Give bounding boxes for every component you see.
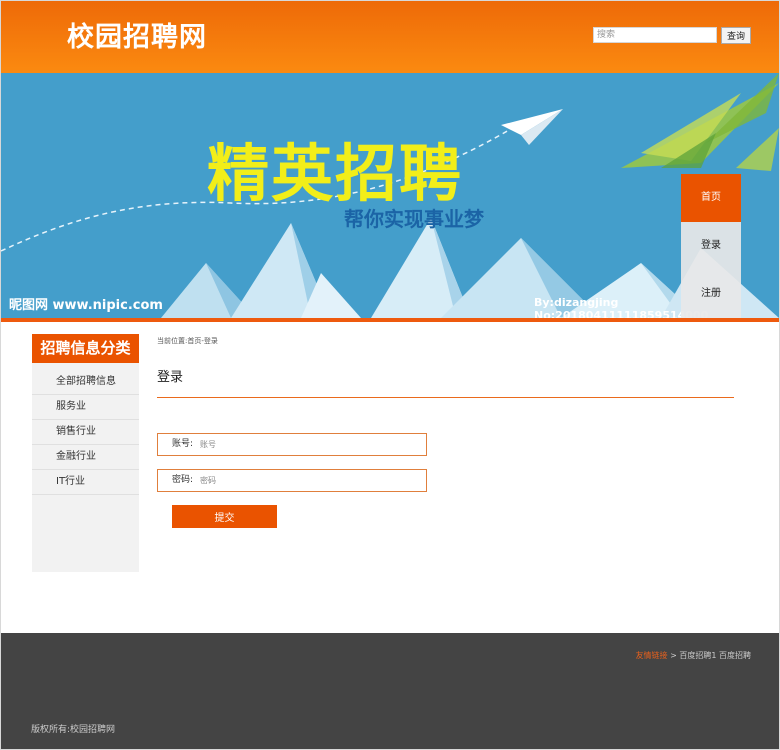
category-sidebar: 招聘信息分类 全部招聘信息 服务业 销售行业 金融行业 IT行业	[32, 334, 139, 572]
main-nav: 首页 登录 注册	[681, 174, 741, 318]
category-item-finance[interactable]: 金融行业	[32, 445, 139, 470]
account-field: 账号:	[157, 433, 427, 456]
friend-links-label: 友情链接	[635, 651, 668, 660]
account-label: 账号:	[172, 439, 194, 449]
category-item-service[interactable]: 服务业	[32, 395, 139, 420]
breadcrumb: 当前位置:首页-登录	[157, 337, 218, 345]
hero-banner: 精英招聘 帮你实现事业梦 昵图网 www.nipic.com By:dizang…	[1, 73, 779, 318]
copyright-text: 版权所有:校园招聘网	[31, 725, 116, 735]
account-input[interactable]	[200, 436, 400, 453]
search-input[interactable]	[593, 27, 717, 43]
site-title[interactable]: 校园招聘网	[67, 15, 207, 54]
banner-title: 精英招聘	[207, 137, 464, 210]
password-input[interactable]	[200, 472, 400, 489]
submit-button[interactable]: 提交	[172, 505, 277, 528]
nav-item-register[interactable]: 注册	[681, 270, 741, 318]
category-item-all[interactable]: 全部招聘信息	[32, 370, 139, 395]
category-item-it[interactable]: IT行业	[32, 470, 139, 495]
banner-subtitle: 帮你实现事业梦	[344, 207, 484, 231]
watermark-right: By:dizangjing No:20180411111859514000	[534, 296, 709, 318]
nav-item-login[interactable]: 登录	[681, 222, 741, 270]
friend-links-separator: >	[670, 651, 677, 660]
banner-divider	[1, 318, 779, 322]
friend-links-items[interactable]: 百度招聘1 百度招聘	[679, 651, 751, 660]
heading-divider	[157, 397, 734, 398]
page-title: 登录	[157, 370, 184, 385]
nav-item-home[interactable]: 首页	[681, 174, 741, 222]
password-label: 密码:	[172, 475, 194, 485]
password-field: 密码:	[157, 469, 427, 492]
category-list: 全部招聘信息 服务业 销售行业 金融行业 IT行业	[32, 370, 139, 495]
watermark-left: 昵图网 www.nipic.com	[9, 298, 163, 313]
category-item-sales[interactable]: 销售行业	[32, 420, 139, 445]
site-footer: 友情链接 > 百度招聘1 百度招聘 版权所有:校园招聘网	[1, 633, 779, 749]
page: 校园招聘网 查询	[0, 0, 780, 750]
site-header: 校园招聘网 查询	[1, 1, 779, 73]
sidebar-title: 招聘信息分类	[32, 334, 139, 363]
search-button[interactable]: 查询	[721, 27, 751, 44]
friend-links: 友情链接 > 百度招聘1 百度招聘	[636, 650, 751, 661]
